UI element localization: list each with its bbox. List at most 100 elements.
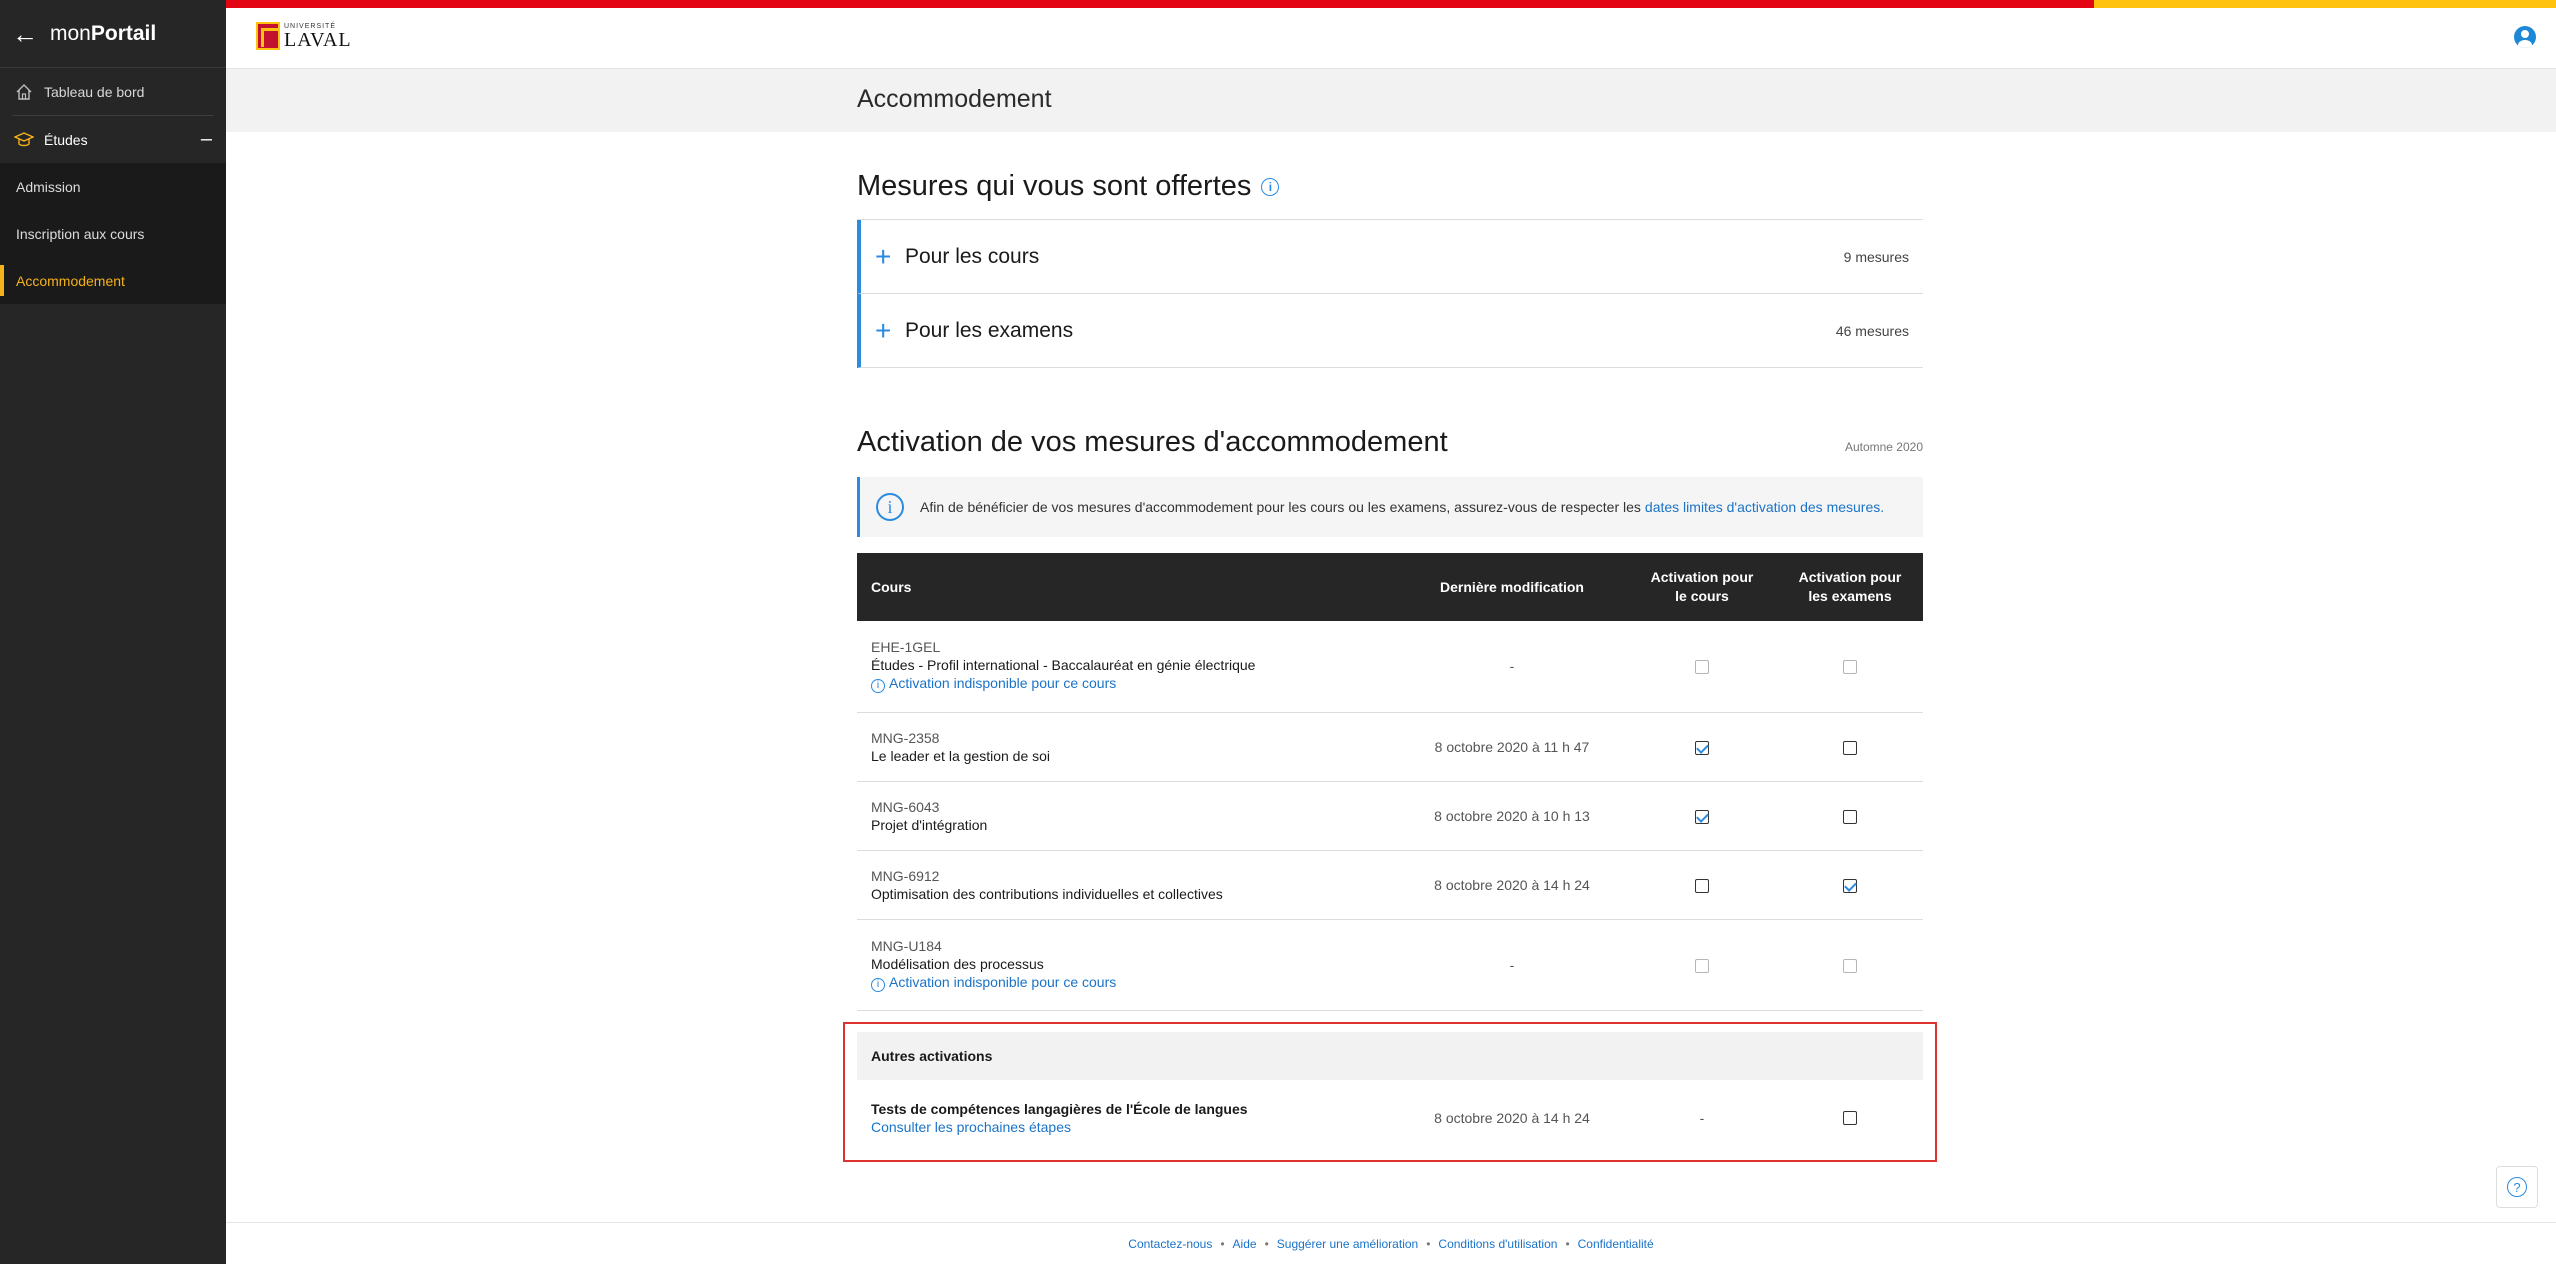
footer-link-contact[interactable]: Contactez-nous (1128, 1237, 1212, 1251)
info-icon: i (871, 977, 885, 992)
home-icon (12, 80, 36, 104)
course-code: MNG-6912 (871, 867, 940, 884)
unavailable-link[interactable]: i Activation indisponible pour ce cours (871, 974, 1383, 992)
act-courses-cell (1627, 712, 1777, 782)
checkbox-course-activation[interactable] (1695, 740, 1709, 755)
course-cell: Tests de compétences langagières de l'Éc… (857, 1101, 1397, 1135)
help-button[interactable]: ? (2496, 1166, 2538, 1208)
activation-header: Activation de vos mesures d'accommodemen… (857, 426, 1923, 459)
crest-icon (256, 22, 280, 50)
sidebar-header: ← monPortail (0, 0, 226, 68)
sidebar-item-dashboard[interactable]: Tableau de bord (0, 68, 226, 115)
sidebar-item-label: Études (44, 131, 88, 148)
checkbox-course-activation (1695, 958, 1709, 973)
next-steps-link[interactable]: Consulter les prochaines étapes (871, 1119, 1397, 1135)
act-exams-cell (1777, 621, 1923, 713)
act-exams-cell (1777, 712, 1923, 782)
app-title[interactable]: monPortail (50, 22, 156, 46)
info-notice: i Afin de bénéficier de vos mesures d'ac… (857, 477, 1923, 537)
collapse-icon[interactable]: – (201, 128, 212, 151)
act-courses-cell (1627, 850, 1777, 920)
act-courses-cell (1627, 919, 1777, 1011)
footer-link-help[interactable]: Aide (1233, 1237, 1257, 1251)
checkbox-course-activation[interactable] (1695, 878, 1709, 893)
course-cell: EHE-1GEL Études - Profil international -… (857, 621, 1397, 713)
table-row: MNG-2358 Le leader et la gestion de soi … (857, 712, 1923, 782)
act-courses-cell (1627, 781, 1777, 851)
modified-cell: 8 octobre 2020 à 14 h 24 (1434, 1110, 1590, 1126)
info-icon[interactable]: i (1261, 177, 1280, 196)
info-circle-icon: i (876, 493, 904, 521)
logo-text: UNIVERSITÉ LAVAL (284, 23, 352, 50)
checkbox-exam-activation[interactable] (1843, 878, 1857, 893)
brand-stripe (226, 0, 2556, 8)
checkbox-exam-activation (1843, 660, 1857, 675)
act-exams-cell (1777, 781, 1923, 851)
footer: Contactez-nous • Aide • Suggérer une amé… (226, 1222, 2556, 1264)
sidebar: ← monPortail Tableau de bord Études – Ad… (0, 0, 226, 1264)
help-icon: ? (2507, 1177, 2527, 1197)
sidebar-submenu: Admission Inscription aux cours Accommod… (0, 163, 226, 304)
col-course: Cours (871, 578, 912, 595)
act-exams-cell (1777, 850, 1923, 920)
checkbox-exam-activation[interactable] (1843, 740, 1857, 755)
top-bar: UNIVERSITÉ LAVAL (226, 0, 2556, 68)
col-modified: Dernière modification (1440, 578, 1584, 595)
accordion-courses[interactable]: + Pour les cours 9 mesures (857, 220, 1923, 294)
page-header: Accommodement (226, 68, 2556, 132)
footer-separator: • (1426, 1236, 1431, 1251)
sidebar-item-accommodation[interactable]: Accommodement (0, 257, 226, 304)
accordion-exams[interactable]: + Pour les examens 46 mesures (857, 294, 1923, 368)
modified-cell: 8 octobre 2020 à 11 h 47 (1397, 712, 1627, 782)
sidebar-item-studies[interactable]: Études – (0, 116, 226, 163)
footer-link-privacy[interactable]: Confidentialité (1578, 1237, 1654, 1251)
course-code: MNG-6043 (871, 798, 940, 815)
accordion-count: 46 mesures (1835, 322, 1909, 339)
modified-cell: 8 octobre 2020 à 14 h 24 (1397, 850, 1627, 920)
accordion-label: Pour les cours (905, 244, 1040, 268)
course-name: Études - Profil international - Baccalau… (871, 657, 1256, 674)
course-code: EHE-1GEL (871, 639, 941, 656)
language-test-title: Tests de compétences langagières de l'Éc… (871, 1101, 1248, 1117)
checkbox-exam-activation[interactable] (1843, 1110, 1857, 1125)
main-content: Mesures qui vous sont offertes i + Pour … (857, 132, 1923, 1011)
act-exams-cell (1777, 1109, 1923, 1127)
sidebar-item-label: Tableau de bord (44, 83, 145, 100)
sidebar-item-course-registration[interactable]: Inscription aux cours (0, 210, 226, 257)
back-arrow-icon[interactable]: ← (12, 21, 42, 47)
table-row: EHE-1GEL Études - Profil international -… (857, 621, 1923, 713)
logo-big-text: LAVAL (284, 28, 352, 51)
checkbox-exam-activation (1843, 958, 1857, 973)
info-icon: i (871, 679, 885, 694)
table-row: MNG-U184 Modélisation des processus i Act… (857, 919, 1923, 1011)
course-name: Projet d'intégration (871, 816, 988, 833)
measures-accordion: + Pour les cours 9 mesures + Pour les ex… (857, 219, 1923, 368)
course-name: Modélisation des processus (871, 955, 1044, 972)
footer-link-suggest[interactable]: Suggérer une amélioration (1277, 1237, 1418, 1251)
university-logo[interactable]: UNIVERSITÉ LAVAL (256, 22, 352, 50)
accordion-count: 9 mesures (1843, 248, 1909, 265)
checkbox-course-activation[interactable] (1695, 809, 1709, 824)
plus-icon: + (875, 240, 892, 272)
term-label: Automne 2020 (1844, 440, 1923, 454)
footer-link-terms[interactable]: Conditions d'utilisation (1438, 1237, 1557, 1251)
other-activations-highlight: Autres activations Tests de compétences … (843, 1022, 1937, 1162)
brand-stripe-yellow (2094, 0, 2556, 8)
course-cell: MNG-U184 Modélisation des processus i Act… (857, 919, 1397, 1011)
user-avatar-icon[interactable] (2514, 26, 2536, 48)
other-activation-row: Tests de compétences langagières de l'Éc… (857, 1080, 1923, 1156)
course-cell: MNG-6912 Optimisation des contributions … (857, 850, 1397, 920)
modified-cell: 8 octobre 2020 à 10 h 13 (1397, 781, 1627, 851)
col-act-courses: Activation pour le cours (1650, 569, 1754, 604)
checkbox-course-activation (1695, 660, 1709, 675)
course-name: Optimisation des contributions individue… (871, 885, 1223, 902)
table-row: MNG-6043 Projet d'intégration 8 octobre … (857, 781, 1923, 851)
sidebar-item-admission[interactable]: Admission (0, 163, 226, 210)
checkbox-exam-activation[interactable] (1843, 809, 1857, 824)
deadlines-link[interactable]: dates limites d'activation des mesures. (1645, 499, 1884, 515)
other-activations-header: Autres activations (857, 1032, 1923, 1080)
table-row: MNG-6912 Optimisation des contributions … (857, 850, 1923, 920)
page-title: Accommodement (857, 85, 1052, 113)
unavailable-link[interactable]: i Activation indisponible pour ce cours (871, 675, 1383, 694)
brand-stripe-red (226, 0, 2094, 8)
